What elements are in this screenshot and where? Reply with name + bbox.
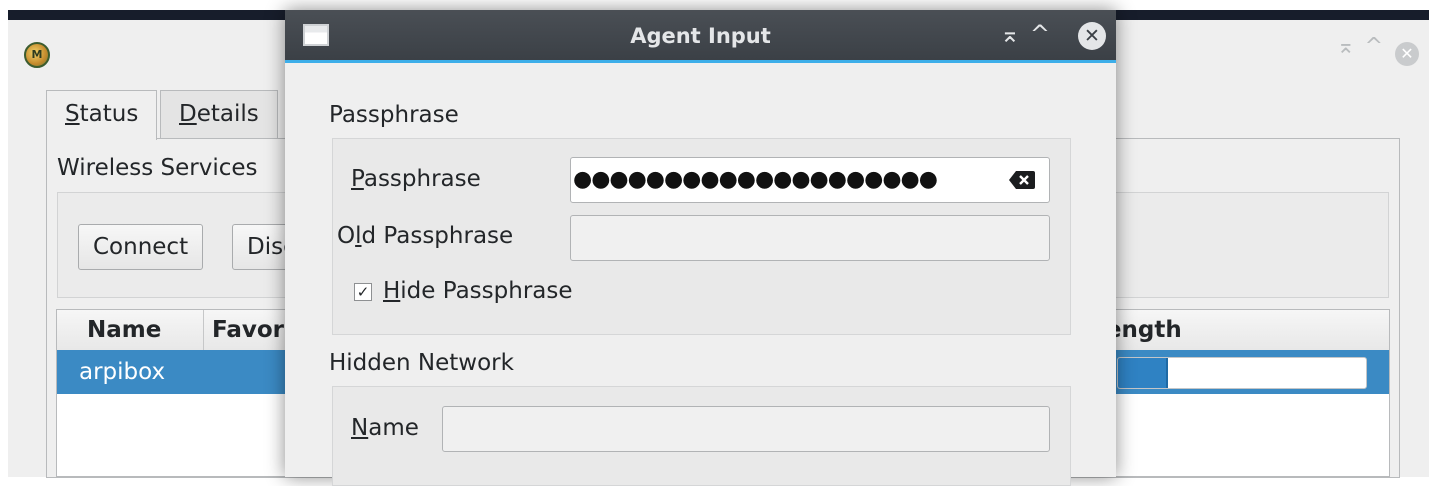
hide-passphrase-checkbox[interactable]: ✓: [354, 283, 372, 301]
passphrase-masked-value: ●●●●●●●●●●●●●●●●●●●●: [573, 167, 938, 192]
column-header-name[interactable]: Name: [87, 310, 161, 350]
passphrase-label: Passphrase: [351, 166, 481, 192]
connect-button[interactable]: Connect: [78, 224, 204, 270]
maximize-icon[interactable]: ^: [1030, 20, 1050, 48]
maximize-icon[interactable]: ^: [1365, 34, 1383, 59]
tab-details[interactable]: Details: [160, 90, 278, 138]
signal-strength-bar: [1117, 357, 1367, 389]
passphrase-group-label: Passphrase: [329, 102, 459, 128]
disconnect-button[interactable]: Disconnect: [232, 224, 292, 270]
network-name-input[interactable]: [442, 406, 1050, 452]
clear-text-icon[interactable]: [1009, 171, 1035, 189]
keep-above-icon[interactable]: ⌅: [1000, 20, 1020, 48]
tab-status[interactable]: Status: [46, 90, 158, 140]
section-title: Wireless Services: [57, 155, 258, 181]
dialog-titlebar[interactable]: Agent Input ⌅ ^ ✕: [285, 10, 1116, 63]
app-icon: M: [24, 42, 50, 68]
hide-passphrase-label[interactable]: Hide Passphrase: [383, 278, 573, 304]
dialog-title: Agent Input: [630, 24, 771, 48]
column-separator: [203, 310, 204, 350]
close-icon[interactable]: ✕: [1395, 42, 1419, 66]
old-passphrase-input[interactable]: [570, 215, 1050, 261]
old-passphrase-label: Old Passphrase: [337, 223, 514, 249]
agent-input-dialog: Agent Input ⌅ ^ ✕ Passphrase Passphrase …: [285, 10, 1116, 486]
row-name: arpibox: [79, 359, 166, 385]
passphrase-input[interactable]: ●●●●●●●●●●●●●●●●●●●●: [570, 157, 1050, 203]
hidden-network-group-label: Hidden Network: [329, 350, 514, 376]
network-name-label: Name: [351, 415, 419, 441]
signal-strength-fill: [1118, 358, 1168, 388]
close-icon[interactable]: ✕: [1078, 22, 1106, 50]
keep-above-icon[interactable]: ⌅: [1337, 34, 1355, 59]
